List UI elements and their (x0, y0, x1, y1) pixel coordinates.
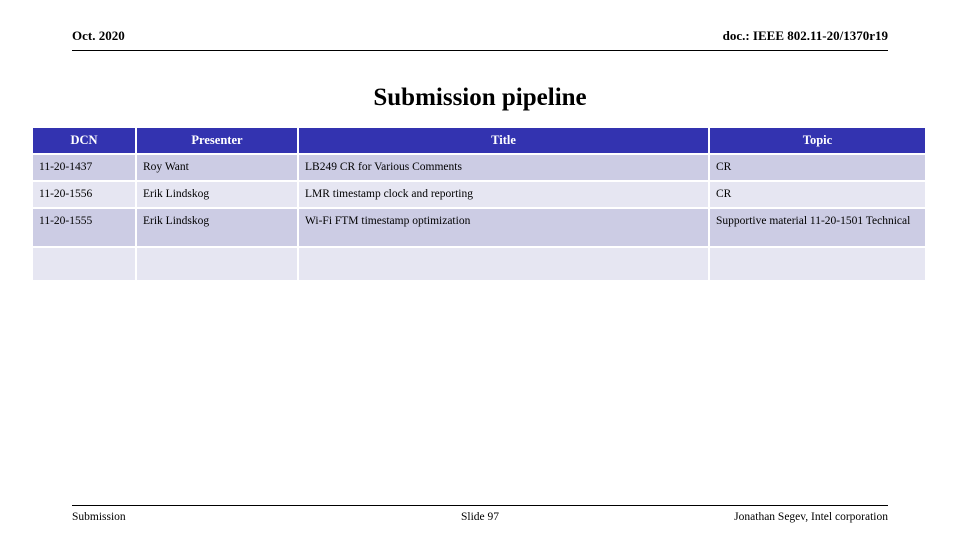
cell-dcn: 11-20-1437 (33, 155, 137, 182)
submission-pipeline-table: DCN Presenter Title Topic 11-20-1437 Roy… (33, 128, 925, 282)
table-row: 11-20-1437 Roy Want LB249 CR for Various… (33, 155, 925, 182)
cell-topic: CR (710, 155, 925, 182)
column-header-title: Title (299, 128, 710, 155)
column-header-topic: Topic (710, 128, 925, 155)
table-row: 11-20-1556 Erik Lindskog LMR timestamp c… (33, 182, 925, 209)
slide-header: Oct. 2020 doc.: IEEE 802.11-20/1370r19 (72, 28, 888, 51)
cell-dcn: 11-20-1555 (33, 209, 137, 248)
cell-topic: CR (710, 182, 925, 209)
header-date: Oct. 2020 (72, 28, 125, 43)
column-header-dcn: DCN (33, 128, 137, 155)
table-row-empty (33, 248, 925, 282)
cell-title: LMR timestamp clock and reporting (299, 182, 710, 209)
cell-presenter (137, 248, 299, 282)
cell-presenter: Erik Lindskog (137, 209, 299, 248)
cell-topic (710, 248, 925, 282)
cell-presenter: Erik Lindskog (137, 182, 299, 209)
footer-slide-number: Slide 97 (460, 511, 499, 523)
cell-dcn (33, 248, 137, 282)
cell-dcn: 11-20-1556 (33, 182, 137, 209)
table-row: 11-20-1555 Erik Lindskog Wi-Fi FTM times… (33, 209, 925, 248)
cell-topic: Supportive material 11-20-1501 Technical (710, 209, 925, 248)
column-header-presenter: Presenter (137, 128, 299, 155)
cell-title (299, 248, 710, 282)
slide-footer: Submission Slide 97 Jonathan Segev, Inte… (72, 505, 888, 529)
cell-title: LB249 CR for Various Comments (299, 155, 710, 182)
table-header-row: DCN Presenter Title Topic (33, 128, 925, 155)
header-document-reference: doc.: IEEE 802.11-20/1370r19 (722, 28, 888, 43)
cell-title: Wi-Fi FTM timestamp optimization (299, 209, 710, 248)
page-title: Submission pipeline (373, 84, 587, 111)
cell-presenter: Roy Want (137, 155, 299, 182)
